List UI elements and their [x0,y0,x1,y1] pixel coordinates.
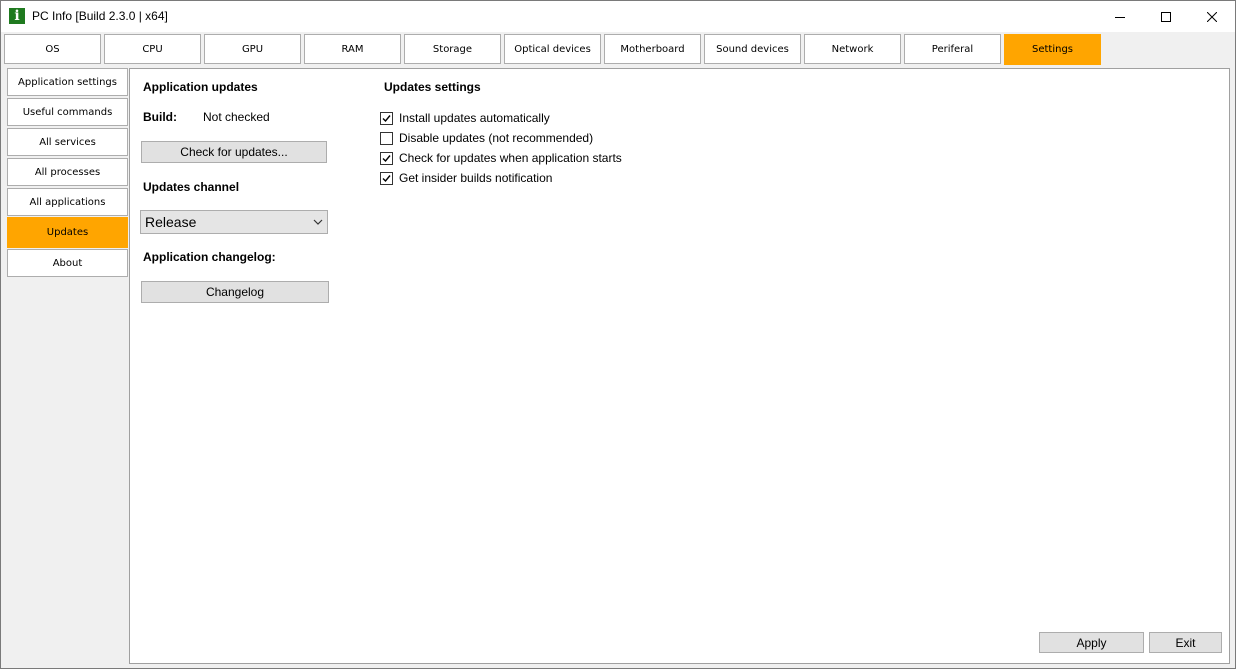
sidebar-item-useful-commands[interactable]: Useful commands [7,98,128,126]
changelog-button[interactable]: Changelog [141,281,329,303]
window-title: PC Info [Build 2.3.0 | x64] [32,9,168,23]
minimize-button[interactable] [1097,1,1143,32]
checkmark-icon [382,174,391,182]
tab-storage[interactable]: Storage [404,34,501,64]
install-updates-checkbox[interactable] [380,111,393,125]
disable-updates-option[interactable]: Disable updates (not recommended) [380,130,593,146]
sidebar-item-updates[interactable]: Updates [7,217,128,248]
tab-optical-devices[interactable]: Optical devices [504,34,601,64]
build-value: Not checked [203,110,270,124]
sidebar-item-all-applications[interactable]: All applications [7,188,128,216]
disable-updates-label: Disable updates (not recommended) [399,131,594,145]
maximize-icon [1161,11,1171,22]
application-changelog-heading: Application changelog: [143,250,276,264]
sidebar-item-application-settings[interactable]: Application settings [7,68,128,96]
updates-settings-heading: Updates settings [384,80,481,94]
check-on-start-label: Check for updates when application start… [399,151,622,165]
updates-channel-value: Release [145,214,197,230]
close-icon [1207,11,1217,22]
tab-periferal[interactable]: Periferal [904,34,1001,64]
checkmark-icon [382,114,391,122]
tab-motherboard[interactable]: Motherboard [604,34,701,64]
disable-updates-checkbox[interactable] [380,131,393,145]
check-on-start-option[interactable]: Check for updates when application start… [380,150,622,166]
chevron-down-icon [313,219,323,225]
sidebar-item-about[interactable]: About [7,249,128,277]
install-updates-automatically-option[interactable]: Install updates automatically [380,110,550,126]
tab-gpu[interactable]: GPU [204,34,301,64]
application-updates-heading: Application updates [143,80,258,94]
tab-ram[interactable]: RAM [304,34,401,64]
insider-builds-option[interactable]: Get insider builds notification [380,170,552,186]
sidebar-item-all-processes[interactable]: All processes [7,158,128,186]
tab-os[interactable]: OS [4,34,101,64]
maximize-button[interactable] [1143,1,1189,32]
sidebar-item-all-services[interactable]: All services [7,128,128,156]
app-window: i PC Info [Build 2.3.0 | x64] OS CPU GPU… [0,0,1236,669]
updates-channel-heading: Updates channel [143,180,240,194]
check-on-start-checkbox[interactable] [380,151,393,165]
insider-builds-checkbox[interactable] [380,171,393,185]
exit-button[interactable]: Exit [1149,632,1222,653]
tab-network[interactable]: Network [804,34,901,64]
minimize-icon [1115,16,1125,18]
title-bar[interactable]: i PC Info [Build 2.3.0 | x64] [1,1,1235,32]
build-label: Build: [143,110,177,124]
tab-sound-devices[interactable]: Sound devices [704,34,801,64]
app-info-icon: i [9,8,25,24]
updates-panel: Application updates Build: Not checked C… [129,68,1230,664]
check-for-updates-button[interactable]: Check for updates... [141,141,327,163]
close-button[interactable] [1189,1,1235,32]
checkmark-icon [382,154,391,162]
tab-settings[interactable]: Settings [1004,34,1101,65]
insider-builds-label: Get insider builds notification [399,171,553,185]
tab-cpu[interactable]: CPU [104,34,201,64]
updates-channel-select[interactable]: Release [140,210,328,234]
install-updates-label: Install updates automatically [399,111,550,125]
apply-button[interactable]: Apply [1039,632,1144,653]
